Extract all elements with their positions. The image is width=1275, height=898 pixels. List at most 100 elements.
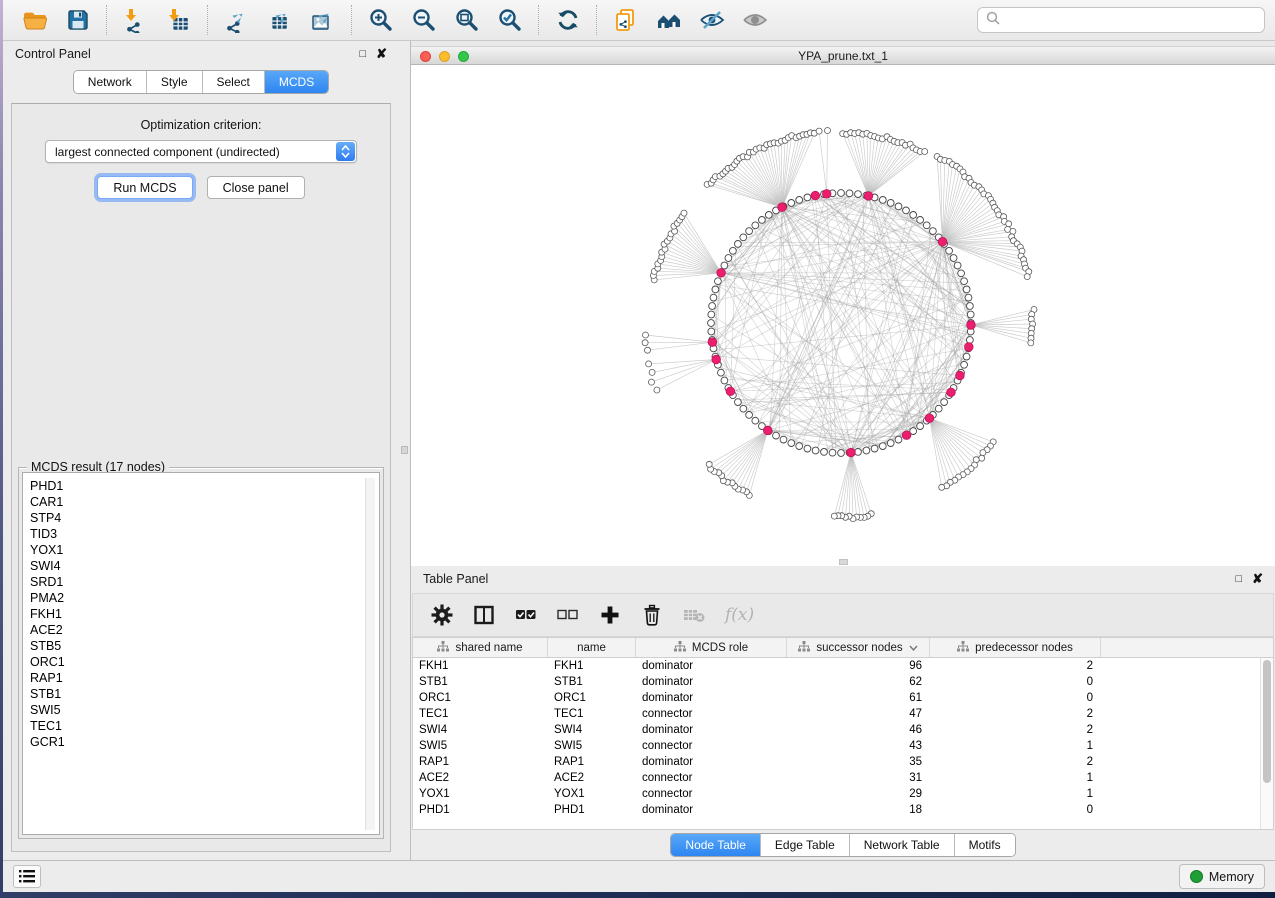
mcds-result-item[interactable]: TEC1 [30,718,379,734]
delete-column-button[interactable] [641,604,663,626]
run-mcds-button[interactable]: Run MCDS [97,176,192,199]
network-view-canvas[interactable] [411,65,1275,559]
show-columns-button[interactable] [473,604,495,626]
mcds-result-group: MCDS result (17 nodes) PHD1CAR1STP4TID3Y… [18,467,384,839]
network-window-titlebar[interactable]: YPA_prune.txt_1 [411,46,1275,65]
result-list-scrollbar[interactable] [365,478,375,830]
column-header-predecessor-nodes[interactable]: predecessor nodes [930,638,1101,657]
zoom-selected-button[interactable] [488,3,531,37]
scrollbar-thumb[interactable] [1263,660,1271,783]
table-cell: 0 [930,690,1101,706]
duplicate-network-button[interactable] [604,3,647,37]
column-header-MCDS-role[interactable]: MCDS role [636,638,787,657]
zoom-selected-icon [497,7,523,33]
column-header-shared-name[interactable]: shared name [413,638,548,657]
table-cell: SWI5 [413,738,548,754]
table-cell: dominator [636,802,787,818]
table-row[interactable]: FKH1FKH1dominator962 [413,658,1273,674]
mcds-result-item[interactable]: FKH1 [30,606,379,622]
tab-mcds[interactable]: MCDS [264,71,328,93]
mcds-result-item[interactable]: STB5 [30,638,379,654]
table-row[interactable]: ORC1ORC1dominator610 [413,690,1273,706]
tab-network[interactable]: Network [74,71,146,93]
tab-style[interactable]: Style [146,71,202,93]
select-all-rows-button[interactable] [515,604,537,626]
vertical-splitter[interactable] [399,41,411,860]
table-row[interactable]: SWI4SWI4dominator462 [413,722,1273,738]
table-row[interactable]: RAP1RAP1dominator352 [413,754,1273,770]
zoom-out-button[interactable] [402,3,445,37]
table-row[interactable]: ACE2ACE2connector311 [413,770,1273,786]
splitter-grip-icon[interactable] [401,446,408,454]
apply-layout-button[interactable] [546,3,589,37]
splitter-grip-icon[interactable] [839,559,848,565]
mcds-result-item[interactable]: STB1 [30,686,379,702]
show-panels-button[interactable] [13,865,41,888]
table-scrollbar[interactable] [1260,658,1273,829]
mcds-result-item[interactable]: SWI5 [30,702,379,718]
table-cell: 18 [787,802,930,818]
toolbar-separator [351,5,352,35]
close-panel-button[interactable]: Close panel [207,176,305,199]
mcds-result-item[interactable]: PMA2 [30,590,379,606]
column-header-successor-nodes[interactable]: successor nodes [787,638,930,657]
uncheck-all-icon [557,604,579,626]
mcds-result-item[interactable]: ACE2 [30,622,379,638]
tab-motifs[interactable]: Motifs [954,834,1015,856]
mcds-result-item[interactable]: TID3 [30,526,379,542]
maximize-window-icon[interactable] [458,51,469,62]
export-image-button[interactable] [301,3,344,37]
zoom-in-button[interactable] [359,3,402,37]
mcds-result-item[interactable]: CAR1 [30,494,379,510]
table-cell: 43 [787,738,930,754]
hide-selected-button[interactable] [690,3,733,37]
table-options-button[interactable] [431,604,453,626]
table-row[interactable]: TEC1TEC1connector472 [413,706,1273,722]
export-image-icon [310,7,336,33]
mcds-result-item[interactable]: PHD1 [30,478,379,494]
mcds-result-item[interactable]: YOX1 [30,542,379,558]
column-header-name[interactable]: name [548,638,636,657]
mcds-result-item[interactable]: SWI4 [30,558,379,574]
add-column-button[interactable] [599,604,621,626]
export-network-button[interactable] [215,3,258,37]
tab-node-table[interactable]: Node Table [671,834,760,856]
save-session-button[interactable] [56,3,99,37]
close-panel-icon[interactable]: ✘ [1252,574,1263,584]
mcds-result-item[interactable]: RAP1 [30,670,379,686]
float-panel-icon[interactable]: □ [1235,573,1242,585]
tab-network-table[interactable]: Network Table [849,834,954,856]
table-row[interactable]: YOX1YOX1connector291 [413,786,1273,802]
mcds-panel: Optimization criterion: largest connecte… [11,103,391,852]
horizontal-splitter[interactable] [411,559,1275,566]
import-network-icon [123,7,149,33]
deselect-all-rows-button[interactable] [557,604,579,626]
search-input[interactable] [1006,13,1256,27]
column-type-icon [674,641,686,655]
tab-select[interactable]: Select [202,71,264,93]
close-window-icon[interactable] [420,51,431,62]
criterion-select[interactable]: largest connected component (undirected) [45,140,357,163]
import-table-button[interactable] [157,3,200,37]
table-row[interactable]: SWI5SWI5connector431 [413,738,1273,754]
show-all-button[interactable] [733,3,776,37]
control-panel-title: Control Panel [15,47,91,61]
table-row[interactable]: PHD1PHD1dominator180 [413,802,1273,818]
mcds-result-item[interactable]: GCR1 [30,734,379,750]
memory-button[interactable]: Memory [1179,864,1265,889]
table-cell: RAP1 [548,754,636,770]
table-cell: 96 [787,658,930,674]
import-network-button[interactable] [114,3,157,37]
export-table-button[interactable] [258,3,301,37]
mcds-result-item[interactable]: ORC1 [30,654,379,670]
mcds-result-item[interactable]: SRD1 [30,574,379,590]
close-panel-icon[interactable]: ✘ [376,49,387,59]
minimize-window-icon[interactable] [439,51,450,62]
table-row[interactable]: STB1STB1dominator620 [413,674,1273,690]
open-session-button[interactable] [13,3,56,37]
zoom-fit-button[interactable] [445,3,488,37]
tab-edge-table[interactable]: Edge Table [760,834,849,856]
first-neighbors-button[interactable] [647,3,690,37]
mcds-result-item[interactable]: STP4 [30,510,379,526]
float-panel-icon[interactable]: □ [359,48,366,60]
